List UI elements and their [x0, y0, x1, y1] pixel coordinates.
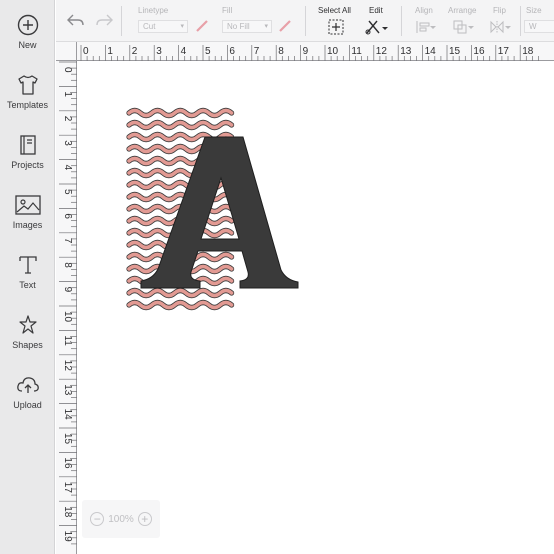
fill-color-swatch-icon[interactable]	[278, 19, 292, 33]
cloud-upload-icon	[16, 377, 39, 393]
zoom-out-button[interactable]: −	[90, 512, 105, 526]
arrange-icon[interactable]	[453, 20, 475, 34]
ruler-number: 7	[254, 46, 260, 57]
size-label: Size	[526, 6, 542, 15]
zoom-in-button[interactable]: +	[137, 512, 152, 526]
ruler-number: 16	[473, 46, 485, 57]
ruler-number: 12	[62, 360, 73, 372]
chevron-down-icon: ▾	[264, 23, 268, 30]
ruler-number: 11	[351, 46, 362, 57]
design-artwork[interactable]	[78, 62, 554, 554]
edit-scissors-icon[interactable]	[365, 19, 389, 35]
ruler-number: 1	[107, 46, 113, 57]
flip-label: Flip	[493, 6, 506, 15]
linetype-value: Cut	[143, 22, 156, 31]
arrange-label: Arrange	[448, 6, 477, 15]
design-space-app: New Templates Projects Images Text Shape…	[0, 0, 554, 554]
undo-icon[interactable]	[66, 12, 86, 28]
linetype-label: Linetype	[138, 6, 169, 15]
text-t-icon	[18, 256, 37, 274]
fill-label: Fill	[222, 6, 233, 15]
sidebar-item-label: Projects	[11, 160, 44, 170]
redo-icon[interactable]	[94, 12, 114, 28]
sidebar-item-new[interactable]: New	[0, 14, 55, 74]
chevron-down-icon: ▾	[180, 23, 184, 30]
ruler-number: 13	[62, 384, 73, 396]
sidebar-item-label: Shapes	[12, 340, 43, 350]
ruler-corner	[56, 42, 77, 61]
sidebar-item-label: Text	[19, 280, 36, 290]
ruler-number: 18	[62, 506, 73, 518]
fill-value: No Fill	[227, 22, 250, 31]
ruler-number: 18	[522, 46, 534, 57]
size-w-label: W	[529, 22, 537, 31]
select-all-label: Select All	[318, 6, 351, 15]
linetype-dropdown[interactable]: Cut ▾	[138, 20, 188, 33]
align-icon[interactable]	[415, 20, 437, 34]
image-icon	[14, 195, 41, 215]
ruler-number: 15	[449, 46, 461, 57]
align-label: Align	[415, 6, 433, 15]
sidebar-item-templates[interactable]: Templates	[0, 74, 55, 134]
shapes-icon	[18, 315, 37, 334]
book-icon	[19, 135, 36, 155]
sidebar-item-label: Images	[12, 220, 43, 230]
ruler-number: 3	[156, 46, 162, 57]
sidebar-item-label: Upload	[13, 400, 42, 410]
sidebar-item-text[interactable]: Text	[0, 254, 55, 314]
zoom-control: − 100% +	[82, 500, 160, 538]
ruler-number: 10	[62, 311, 73, 323]
ruler-number: 0	[83, 46, 89, 57]
plus-circle-icon	[17, 14, 38, 36]
top-toolbar: Linetype Cut ▾ Fill No Fill ▾ Select All…	[56, 0, 554, 42]
vertical-ruler: 0 1 2 3 4 5 6 7 8 9 10 11 12 13 14 15 16 17 18 19	[56, 61, 77, 554]
ruler-number: 14	[62, 409, 73, 421]
sidebar-item-projects[interactable]: Projects	[0, 134, 55, 194]
sidebar-item-upload[interactable]: Upload	[0, 374, 55, 434]
ruler-number: 4	[181, 46, 187, 57]
ruler-number: 11	[62, 335, 73, 346]
zoom-level: 100%	[108, 513, 134, 525]
horizontal-ruler: 0 1 2 3 4 5 6 7 8 9 10 11 12 13 14 15 16 17 18	[77, 42, 554, 61]
linetype-color-swatch-icon[interactable]	[195, 19, 209, 33]
horizontal-ruler-ticks: 0 1 2 3 4 5 6 7 8 9 10 11 12 13 14 15 16 17 18	[80, 45, 539, 61]
ruler-number: 16	[62, 457, 73, 469]
ruler-number: 2	[132, 46, 138, 57]
ruler-number: 13	[400, 46, 412, 57]
ruler-number: 10	[327, 46, 339, 57]
sidebar-item-shapes[interactable]: Shapes	[0, 314, 55, 374]
select-all-icon[interactable]	[328, 19, 344, 35]
sidebar-item-label: Templates	[6, 100, 49, 110]
left-sidebar: New Templates Projects Images Text Shape…	[0, 0, 55, 554]
ruler-number: 17	[498, 46, 510, 57]
design-canvas[interactable]	[78, 62, 554, 554]
edit-label: Edit	[369, 6, 383, 15]
ruler-number: 12	[376, 46, 388, 57]
tshirt-icon	[17, 75, 38, 95]
fill-dropdown[interactable]: No Fill ▾	[222, 20, 272, 33]
ruler-number: 9	[303, 46, 309, 57]
sidebar-item-images[interactable]: Images	[0, 194, 55, 254]
ruler-number: 6	[229, 46, 235, 57]
ruler-number: 17	[62, 482, 73, 494]
ruler-number: 15	[62, 433, 73, 445]
ruler-number: 19	[62, 531, 73, 543]
ruler-number: 5	[205, 46, 211, 57]
ruler-number: 8	[278, 46, 284, 57]
flip-icon[interactable]	[490, 20, 512, 34]
size-width-field[interactable]: W	[524, 20, 554, 33]
vertical-ruler-ticks: 012345678910111213141516171819	[59, 61, 77, 545]
ruler-number: 14	[425, 46, 437, 57]
sidebar-item-label: New	[18, 40, 37, 50]
